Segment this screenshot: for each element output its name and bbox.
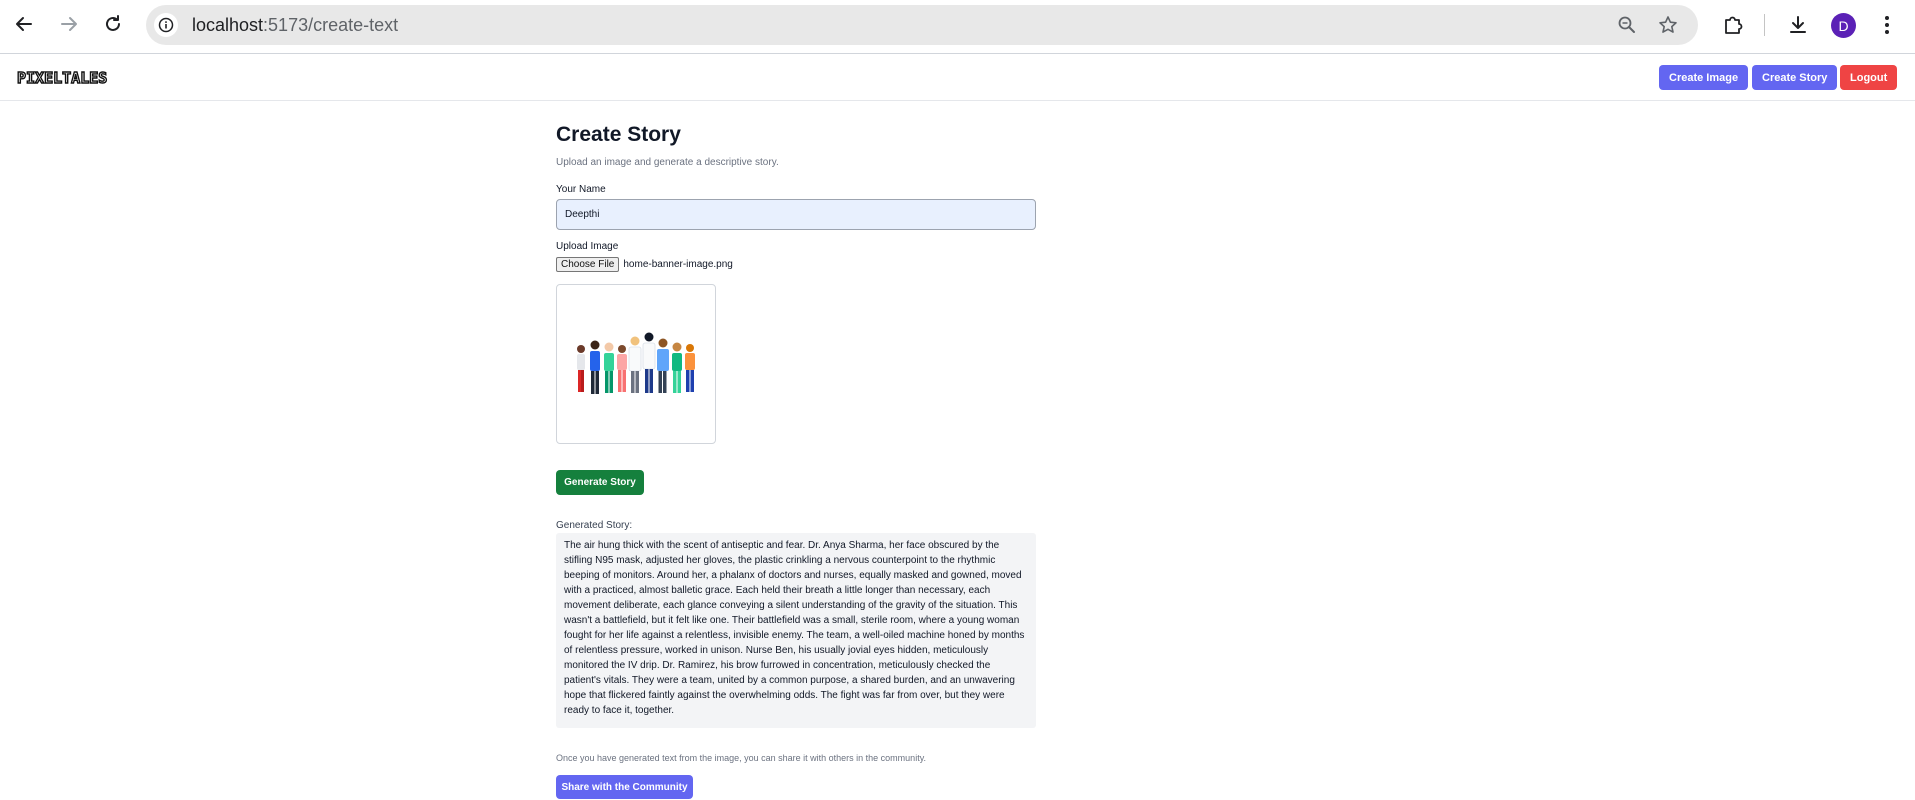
app-header: PIXELTALES Create Image Create Story Log… (0, 55, 1915, 101)
back-icon[interactable] (11, 11, 37, 37)
address-bar[interactable]: localhost:5173/create-text (146, 5, 1698, 45)
create-image-button[interactable]: Create Image (1659, 65, 1749, 90)
file-input[interactable]: Choose File home-banner-image.png (556, 256, 733, 272)
create-story-button[interactable]: Create Story (1752, 65, 1838, 90)
image-preview (556, 284, 716, 444)
app-logo[interactable]: PIXELTALES (16, 68, 108, 87)
reload-icon[interactable] (100, 11, 126, 37)
generated-story-label: Generated Story: (556, 520, 633, 531)
page-title: Create Story (556, 123, 681, 146)
name-input[interactable] (556, 199, 1036, 230)
upload-label: Upload Image (556, 241, 619, 252)
page-subtitle: Upload an image and generate a descripti… (556, 157, 779, 168)
url-path: :5173/create-text (263, 15, 399, 35)
extensions-icon[interactable] (1720, 12, 1746, 38)
more-menu-icon[interactable] (1880, 12, 1894, 38)
site-info-icon[interactable] (154, 13, 178, 37)
generate-story-button[interactable]: Generate Story (556, 470, 644, 495)
generated-story-text: The air hung thick with the scent of ant… (556, 533, 1036, 728)
share-community-button[interactable]: Share with the Community (556, 775, 693, 799)
url-text[interactable]: localhost:5173/create-text (192, 15, 398, 36)
selected-file-name: home-banner-image.png (623, 258, 733, 270)
logout-button[interactable]: Logout (1840, 65, 1898, 90)
choose-file-button[interactable]: Choose File (556, 256, 620, 272)
profile-avatar[interactable]: D (1831, 13, 1856, 38)
name-label: Your Name (556, 184, 606, 195)
toolbar-divider (1764, 14, 1765, 36)
forward-icon[interactable] (56, 11, 82, 37)
browser-toolbar: localhost:5173/create-text D (0, 0, 1915, 54)
bookmark-star-icon[interactable] (1657, 14, 1679, 36)
zoom-icon[interactable] (1616, 14, 1638, 36)
download-icon[interactable] (1785, 12, 1811, 38)
url-host: localhost (192, 15, 264, 35)
share-note: Once you have generated text from the im… (556, 753, 927, 763)
medical-team-illustration (563, 325, 709, 401)
